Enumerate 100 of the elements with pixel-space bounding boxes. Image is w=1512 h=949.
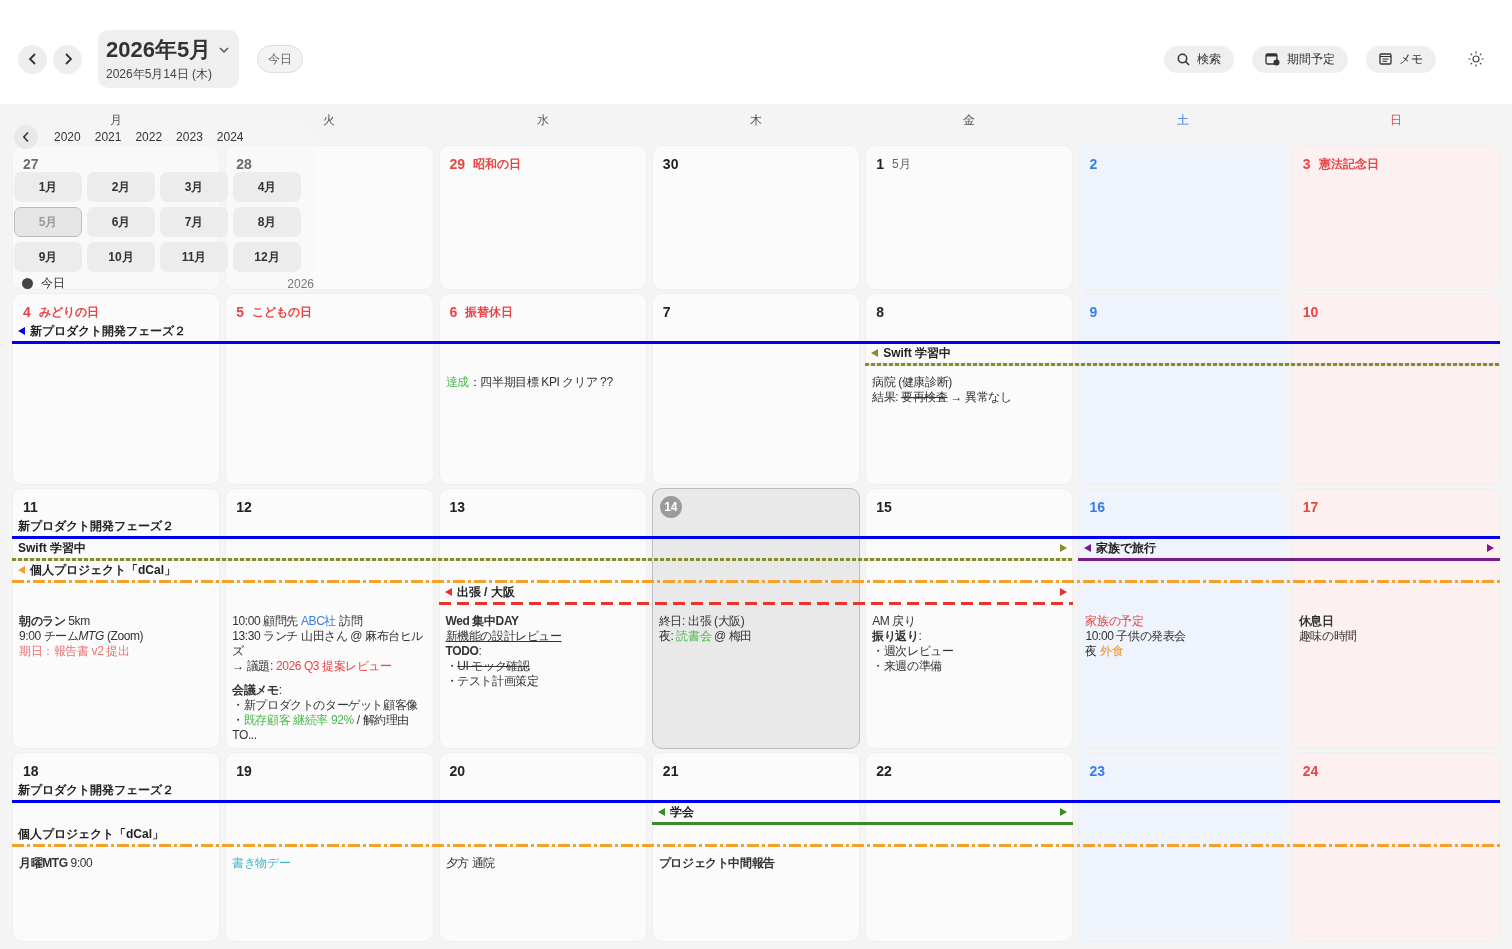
note-line: 夕方 通院 xyxy=(445,856,496,871)
note-line: ・週次レビュー xyxy=(872,644,955,659)
weekday-label: 月 xyxy=(110,112,123,129)
day-number: 12 xyxy=(236,499,252,515)
note-line: 終日: 出張 (大阪) xyxy=(658,614,746,629)
day-number: 13 xyxy=(449,499,466,515)
note-line: 13:30 ランチ 山田さん @ 麻布台ヒルズ xyxy=(232,629,425,659)
day-number: 4 xyxy=(23,304,31,320)
note-line: 月曜MTG 9:00 xyxy=(19,856,94,871)
day-number: 29 xyxy=(449,156,466,172)
month-option[interactable]: 1月 xyxy=(14,172,82,202)
note-line: → 議題: 2026 Q3 提案レビュー xyxy=(232,659,393,674)
month-selector[interactable]: 2026年5月 2026年5月14日 (木) xyxy=(98,30,240,88)
month-option[interactable]: 4月 xyxy=(233,172,301,202)
search-button[interactable]: 検索 xyxy=(1164,45,1234,73)
holiday-name: こどもの日 xyxy=(252,303,313,321)
holiday-name: 振替休日 xyxy=(465,303,514,321)
day-cell[interactable] xyxy=(651,488,861,749)
holiday-name: 昭和の日 xyxy=(473,155,522,173)
note-line: 9:00 チームMTG (Zoom) xyxy=(19,629,145,644)
month-option[interactable]: 10月 xyxy=(87,242,155,272)
day-number: 28 xyxy=(236,156,252,172)
day-number: 10 xyxy=(1302,304,1319,320)
day-number: 22 xyxy=(876,763,892,779)
previous-button[interactable] xyxy=(18,44,47,74)
current-date: 2026年5月14日 (木) xyxy=(106,66,214,83)
year-option[interactable]: 2021 xyxy=(94,130,122,144)
month-option[interactable]: 11月 xyxy=(160,242,228,272)
event-title[interactable]: 学会 xyxy=(657,803,1068,821)
note-line: 達成：四半期目標 KPI クリア ?? xyxy=(445,375,614,390)
chevron-right-icon xyxy=(62,52,73,66)
memo-icon xyxy=(1379,53,1392,65)
note-line: 夜 外食 xyxy=(1085,644,1125,659)
day-number: 27 xyxy=(23,156,39,172)
next-button[interactable] xyxy=(53,44,82,74)
today-dot-icon xyxy=(22,278,33,289)
weekday-label: 土 xyxy=(1176,112,1189,129)
note-line: 10:00 子供の発表会 xyxy=(1085,629,1187,644)
caret-icon xyxy=(219,46,230,54)
day-number: 2 xyxy=(1089,156,1098,172)
day-number: 18 xyxy=(23,763,39,779)
previous-years-button[interactable] xyxy=(14,125,38,149)
note-line: TODO: xyxy=(445,644,483,659)
year-label: 2026 xyxy=(287,276,314,291)
day-number: 7 xyxy=(662,304,671,320)
year-option[interactable]: 2020 xyxy=(54,130,81,144)
year-option[interactable]: 2023 xyxy=(176,130,203,144)
day-number: 30 xyxy=(662,156,679,172)
note-line: 期日：報告書 v2 提出 xyxy=(19,644,131,659)
month-option[interactable]: 12月 xyxy=(233,242,301,272)
event-title[interactable]: 新プロダクト開発フェーズ２ xyxy=(18,322,186,340)
note-line: 夜: 読書会 @ 梅田 xyxy=(658,629,753,644)
month-option[interactable]: 7月 xyxy=(160,207,228,237)
event-title[interactable]: 出張 / 大阪 xyxy=(444,583,1068,601)
today-button[interactable]: 今日 xyxy=(257,45,304,73)
month-option[interactable]: 9月 xyxy=(14,242,82,272)
month-option[interactable]: 8月 xyxy=(233,207,301,237)
day-number: 5 xyxy=(236,304,245,320)
holiday-name: みどりの日 xyxy=(38,303,99,321)
today-link[interactable]: 今日 xyxy=(41,275,65,292)
weekday-label: 水 xyxy=(536,112,549,129)
weekday-label: 日 xyxy=(1389,112,1402,129)
event-title[interactable]: 新プロダクト開発フェーズ２ xyxy=(18,517,174,535)
day-number: 1 xyxy=(876,156,884,172)
year-option[interactable]: 2024 xyxy=(216,130,244,144)
event-title[interactable]: 個人プロジェクト「dCal」 xyxy=(18,825,164,843)
month-option[interactable]: 2月 xyxy=(87,172,155,202)
day-number: 8 xyxy=(876,304,884,320)
event-title[interactable]: 家族で旅行 xyxy=(1084,539,1494,557)
day-number: 19 xyxy=(236,763,252,779)
holiday-name: 憲法記念日 xyxy=(1318,155,1379,173)
memo-button[interactable]: メモ xyxy=(1366,45,1436,73)
event-title[interactable]: Swift 学習中 xyxy=(871,344,952,362)
sun-icon[interactable] xyxy=(1468,51,1484,67)
note-line: ・テスト計画策定 xyxy=(445,674,540,689)
day-number: 20 xyxy=(449,763,466,779)
note-line: 病院 (健康診断) xyxy=(872,375,953,390)
note-line: Wed 集中DAY xyxy=(445,614,520,629)
note-line: ・来週の準備 xyxy=(872,659,943,674)
event-title[interactable]: 個人プロジェクト「dCal」 xyxy=(18,561,176,579)
day-number: 17 xyxy=(1302,499,1319,515)
note-line: ・既存顧客 継続率 92% / 解約理由 TO... xyxy=(232,713,410,743)
note-line: プロジェクト中間報告 xyxy=(658,856,776,871)
event-title[interactable]: Swift 学習中 xyxy=(18,539,1068,557)
month-option[interactable]: 3月 xyxy=(160,172,228,202)
note-line: 10:00 顧問先 ABC社 訪問 xyxy=(232,614,364,629)
day-number: 23 xyxy=(1089,763,1105,779)
note-line: 振り返り: xyxy=(872,629,923,644)
note-line: 休息日 xyxy=(1298,614,1335,629)
month-option[interactable]: 6月 xyxy=(87,207,155,237)
period-button[interactable]: 期間予定 xyxy=(1252,45,1348,73)
year-option[interactable]: 2022 xyxy=(135,130,163,144)
day-number: 16 xyxy=(1089,499,1105,515)
weekday-label: 火 xyxy=(323,112,336,129)
event-title[interactable]: 新プロダクト開発フェーズ２ xyxy=(18,781,174,799)
note-line: AM 戻り xyxy=(872,614,917,629)
note-line: ・UI モック確認 xyxy=(445,659,531,674)
day-number: 3 xyxy=(1302,156,1311,172)
day-number: 6 xyxy=(449,304,458,320)
note-line: 会議メモ: xyxy=(232,682,283,698)
